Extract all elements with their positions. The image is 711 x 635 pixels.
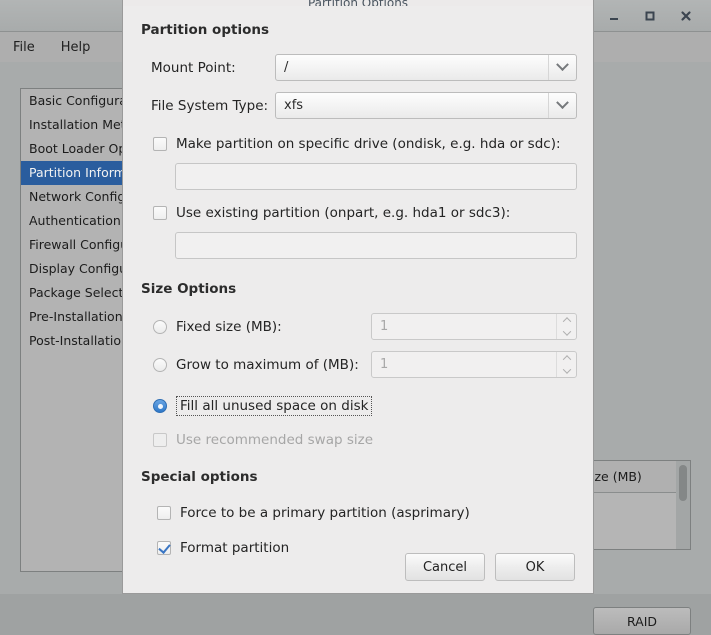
- fill-all-radio[interactable]: [153, 399, 167, 413]
- ok-button[interactable]: OK: [495, 553, 575, 581]
- sidebar-item-network-configuration[interactable]: Network Configuration: [21, 185, 129, 209]
- sidebar-item-authentication[interactable]: Authentication: [21, 209, 129, 233]
- ondisk-label: Make partition on specific drive (ondisk…: [176, 136, 561, 152]
- partition-options-dialog: Partition Options Partition options Moun…: [122, 0, 594, 594]
- format-partition-checkbox-row[interactable]: Format partition: [157, 540, 289, 556]
- section-title-special-options: Special options: [141, 469, 258, 485]
- partition-table-column-header: ize (MB): [587, 461, 690, 493]
- sidebar-item-firewall-configuration[interactable]: Firewall Configuration: [21, 233, 129, 257]
- format-partition-checkbox[interactable]: [157, 541, 171, 555]
- chevron-down-icon[interactable]: [557, 365, 576, 378]
- grow-to-max-spinner[interactable]: 1: [371, 351, 577, 378]
- recommended-swap-checkbox-row: Use recommended swap size: [153, 432, 373, 448]
- onpart-input[interactable]: [175, 232, 577, 259]
- close-icon[interactable]: [675, 5, 697, 27]
- sidebar-item-partition-information[interactable]: Partition Information: [21, 161, 129, 185]
- mount-point-value: /: [284, 60, 289, 75]
- sidebar-item-basic-configuration[interactable]: Basic Configuration: [21, 89, 129, 113]
- fixed-size-label: Fixed size (MB):: [176, 319, 282, 335]
- fixed-size-radio[interactable]: [153, 320, 167, 334]
- maximize-icon[interactable]: [639, 5, 661, 27]
- section-title-partition-options: Partition options: [141, 22, 269, 38]
- partition-table[interactable]: ize (MB): [586, 460, 691, 550]
- fixed-size-value: 1: [380, 319, 389, 334]
- minimize-icon[interactable]: [603, 5, 625, 27]
- recommended-swap-checkbox: [153, 433, 167, 447]
- asprimary-checkbox[interactable]: [157, 506, 171, 520]
- sidebar-item-display-configuration[interactable]: Display Configuration: [21, 257, 129, 281]
- fixed-size-spinner[interactable]: 1: [371, 313, 577, 340]
- sidebar-item-boot-loader-options[interactable]: Boot Loader Options: [21, 137, 129, 161]
- sidebar-item-package-selection[interactable]: Package Selection: [21, 281, 129, 305]
- raid-button[interactable]: RAID: [593, 607, 691, 635]
- menu-file[interactable]: File: [9, 38, 39, 57]
- menu-help[interactable]: Help: [57, 38, 95, 57]
- scrollbar-thumb[interactable]: [679, 465, 687, 501]
- fill-all-radio-row[interactable]: Fill all unused space on disk: [153, 396, 373, 416]
- format-partition-label: Format partition: [180, 540, 290, 556]
- sidebar-nav-list[interactable]: Basic Configuration Installation Method …: [20, 88, 130, 572]
- sidebar-item-installation-method[interactable]: Installation Method: [21, 113, 129, 137]
- onpart-label: Use existing partition (onpart, e.g. hda…: [176, 205, 511, 221]
- fixed-size-radio-row[interactable]: Fixed size (MB):: [153, 319, 282, 335]
- onpart-checkbox-row[interactable]: Use existing partition (onpart, e.g. hda…: [153, 205, 510, 221]
- asprimary-label: Force to be a primary partition (asprima…: [180, 505, 470, 521]
- chevron-up-icon[interactable]: [557, 352, 576, 365]
- chevron-up-icon[interactable]: [557, 314, 576, 327]
- recommended-swap-label: Use recommended swap size: [176, 432, 374, 448]
- file-system-type-label: File System Type:: [151, 98, 269, 114]
- sidebar-item-post-installation-script[interactable]: Post-Installation Script: [21, 329, 129, 353]
- chevron-down-icon[interactable]: [548, 55, 576, 80]
- mount-point-label: Mount Point:: [151, 60, 236, 76]
- chevron-down-icon[interactable]: [557, 327, 576, 340]
- fixed-size-spinner-buttons[interactable]: [556, 314, 576, 339]
- grow-to-max-label: Grow to maximum of (MB):: [176, 357, 359, 373]
- grow-to-max-radio[interactable]: [153, 358, 167, 372]
- mount-point-combobox[interactable]: /: [275, 54, 577, 81]
- sidebar-item-pre-installation-script[interactable]: Pre-Installation Script: [21, 305, 129, 329]
- ondisk-checkbox-row[interactable]: Make partition on specific drive (ondisk…: [153, 136, 561, 152]
- ondisk-input[interactable]: [175, 163, 577, 190]
- file-system-type-combobox[interactable]: xfs: [275, 92, 577, 119]
- partition-table-body: [587, 493, 690, 549]
- onpart-checkbox[interactable]: [153, 206, 167, 220]
- dialog-content: Partition options Mount Point: / File Sy…: [123, 6, 593, 593]
- section-title-size-options: Size Options: [141, 281, 237, 297]
- grow-to-max-value: 1: [380, 357, 389, 372]
- cancel-button[interactable]: Cancel: [405, 553, 485, 581]
- file-system-type-value: xfs: [284, 98, 304, 113]
- chevron-down-icon[interactable]: [548, 93, 576, 118]
- fill-all-label: Fill all unused space on disk: [176, 396, 373, 416]
- asprimary-checkbox-row[interactable]: Force to be a primary partition (asprima…: [157, 505, 470, 521]
- ondisk-checkbox[interactable]: [153, 137, 167, 151]
- window-controls: [603, 0, 705, 32]
- partition-table-scrollbar[interactable]: [676, 461, 690, 549]
- grow-to-max-radio-row[interactable]: Grow to maximum of (MB):: [153, 357, 359, 373]
- grow-to-max-spinner-buttons[interactable]: [556, 352, 576, 377]
- dialog-button-row: Cancel OK: [405, 553, 575, 581]
